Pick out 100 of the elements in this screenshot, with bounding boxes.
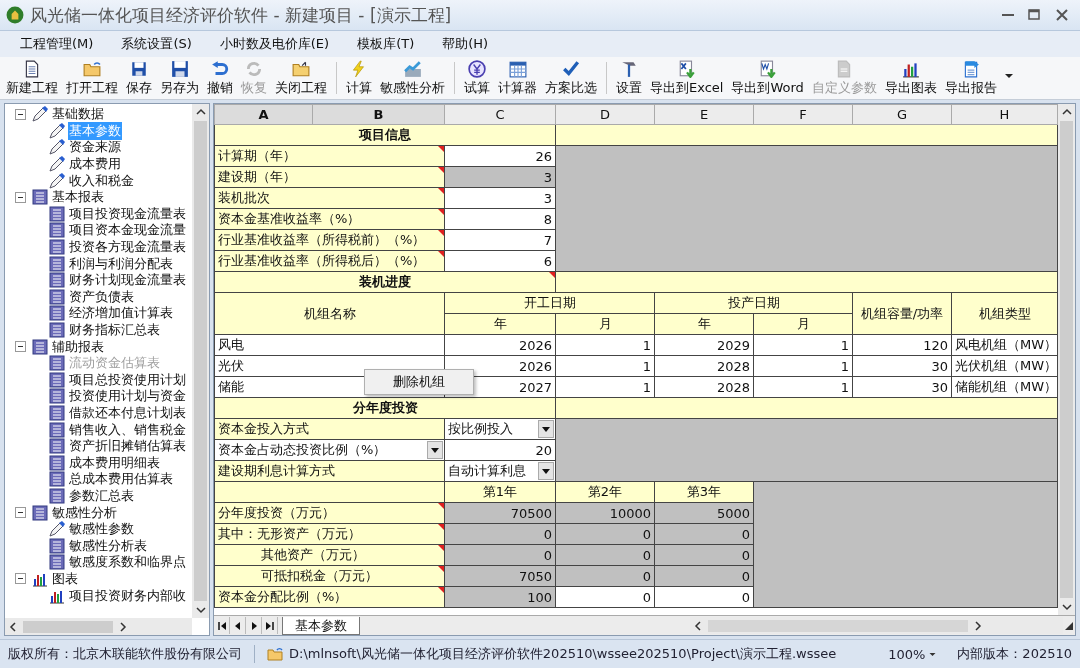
column-header[interactable]: D (555, 104, 655, 125)
version-text: 内部版本：202510 (957, 645, 1072, 663)
horizontal-scrollbar[interactable] (5, 618, 192, 635)
lightning-icon (350, 59, 368, 78)
toolbar-button[interactable]: 另存为 (156, 58, 203, 98)
tree-item[interactable]: 项目投资现金流量表 (68, 204, 187, 223)
refresh-icon (245, 59, 263, 78)
window-title: 风光储一体化项目经济评价软件 - 新建项目 - [演示工程] (30, 3, 453, 27)
close-icon (1054, 7, 1070, 23)
table-cell: 其他资产（万元） (214, 544, 445, 566)
tree-item[interactable]: 项目投资财务内部收 (68, 586, 187, 605)
dropdown-button[interactable] (538, 420, 554, 438)
tree-item[interactable]: 图表 (51, 569, 79, 588)
column-header[interactable]: E (654, 104, 754, 125)
menu-item[interactable]: 系统设置(S) (121, 35, 192, 53)
zoom-dropdown[interactable]: 100% (888, 646, 938, 662)
tree-item[interactable]: 辅助报表 (51, 337, 105, 356)
tree-item[interactable]: 销售收入、销售税金 (68, 420, 187, 439)
list-document-icon (49, 421, 65, 438)
collapse-icon[interactable] (15, 573, 26, 585)
toolbar-button[interactable]: 试算 (460, 58, 494, 98)
toolbar-button[interactable]: 导出报告 (940, 58, 1001, 98)
toolbar-button[interactable]: 计算 (342, 58, 376, 98)
list-document-icon (49, 222, 65, 239)
tree-item[interactable]: 成本费用明细表 (68, 453, 161, 472)
sheet-tab[interactable]: 基本参数 (282, 616, 360, 635)
tree-item[interactable]: 资产负债表 (68, 287, 135, 306)
toolbar-button[interactable]: 设置 (612, 58, 646, 98)
tree-item[interactable]: 参数汇总表 (68, 486, 135, 505)
table-cell: 开工日期 (444, 292, 655, 314)
menu-item[interactable]: 工程管理(M) (20, 35, 94, 53)
toolbar-button[interactable]: 新建工程 (2, 58, 62, 98)
menu-item[interactable]: 模板库(T) (357, 35, 415, 53)
table-cell: 装机批次 (214, 187, 445, 209)
dropdown-button[interactable] (538, 462, 554, 480)
toolbar-button[interactable]: 撤销 (203, 58, 237, 98)
tree-item[interactable]: 敏感性分析表 (68, 536, 148, 555)
menu-item[interactable]: 帮助(H) (442, 35, 489, 53)
dropdown-field[interactable]: 资本金占动态投资比例（%） (214, 439, 445, 461)
tree-item[interactable]: 财务指标汇总表 (68, 321, 161, 339)
tree-item[interactable]: 财务计划现金流量表 (68, 271, 187, 290)
tree-item[interactable]: 投资各方现金流量表 (68, 238, 187, 257)
table-cell: 机组类型 (951, 292, 1058, 335)
toolbar-button[interactable]: 导出到Word (727, 58, 808, 98)
table-cell: 分年度投资（万元） (214, 502, 445, 524)
tree-item[interactable]: 经济增加值计算表 (68, 304, 174, 323)
toolbar-button[interactable]: 打开工程 (62, 58, 122, 98)
tree-item[interactable]: 项目资本金现金流量 (68, 221, 187, 240)
toolbar-button[interactable]: 敏感性分析 (376, 58, 449, 98)
tree-item[interactable]: 成本费用 (68, 155, 122, 174)
tree-item[interactable]: 资金来源 (68, 138, 122, 157)
menu-item[interactable]: 删除机组 (367, 372, 471, 392)
toolbar-button[interactable]: 导出图表 (880, 58, 941, 98)
collapse-icon[interactable] (15, 341, 26, 353)
tree-item[interactable]: 敏感性分析 (51, 503, 118, 522)
collapse-icon[interactable] (15, 191, 26, 203)
column-header[interactable]: A (214, 104, 313, 125)
column-header[interactable]: B (312, 104, 445, 125)
toolbar-button[interactable]: 保存 (122, 58, 156, 98)
list-document-icon (49, 322, 65, 338)
file-path: D:\mlnsoft\风光储一体化项目经济评价软件202510\wssee202510\Project\演示工程.wssee (289, 645, 838, 663)
column-header[interactable]: H (951, 104, 1058, 125)
list-document-icon (49, 471, 65, 488)
collapse-icon[interactable] (15, 108, 26, 120)
minimize-icon (1002, 13, 1014, 17)
undo-icon (211, 59, 229, 78)
toolbar-button[interactable]: 方案比选 (541, 58, 601, 98)
toolbar-button[interactable]: 关闭工程 (271, 58, 331, 98)
tree-item[interactable]: 基础数据 (51, 105, 105, 124)
tree-item[interactable]: 投资使用计划与资金 (68, 387, 187, 406)
table-cell: 建设期利息计算方式 (214, 460, 445, 482)
column-header[interactable]: C (444, 104, 556, 125)
maximize-icon (1026, 7, 1042, 23)
tree-item[interactable]: 资产折旧摊销估算表 (68, 437, 187, 456)
column-header[interactable]: G (852, 104, 952, 125)
table-cell: 装机进度 (214, 271, 556, 293)
toolbar-button[interactable]: 导出到Excel (646, 58, 728, 98)
tree-item[interactable]: 基本报表 (51, 188, 105, 207)
table-cell: 行业基准收益率（所得税前）（%） (214, 229, 445, 251)
tree-item[interactable]: 项目总投资使用计划 (68, 370, 187, 389)
tree-item[interactable]: 收入和税金 (68, 171, 135, 190)
dropdown-button[interactable] (427, 441, 443, 459)
collapse-icon[interactable] (15, 507, 26, 519)
pencil-icon (49, 172, 65, 189)
column-header[interactable]: F (753, 104, 853, 125)
table-cell: 其中：无形资产（万元） (214, 523, 445, 545)
vertical-scrollbar[interactable] (192, 104, 209, 618)
list-document-icon (49, 554, 65, 571)
list-document-icon (49, 205, 65, 222)
tree-item[interactable]: 敏感度系数和临界点 (68, 553, 187, 572)
toolbar-button[interactable]: 计算器 (494, 58, 541, 98)
table-cell: 计算期（年） (214, 145, 445, 167)
tree-item[interactable]: 敏感性参数 (68, 520, 135, 539)
tree-item[interactable]: 总成本费用估算表 (68, 470, 174, 489)
vertical-scrollbar[interactable] (1058, 104, 1075, 615)
yen-icon (468, 59, 486, 78)
table-cell: 分年度投资 (214, 397, 556, 419)
menu-item[interactable]: 小时数及电价库(E) (219, 35, 330, 53)
tree-item[interactable]: 利润与利润分配表 (68, 254, 174, 273)
tree-item[interactable]: 借款还本付息计划表 (68, 404, 187, 422)
